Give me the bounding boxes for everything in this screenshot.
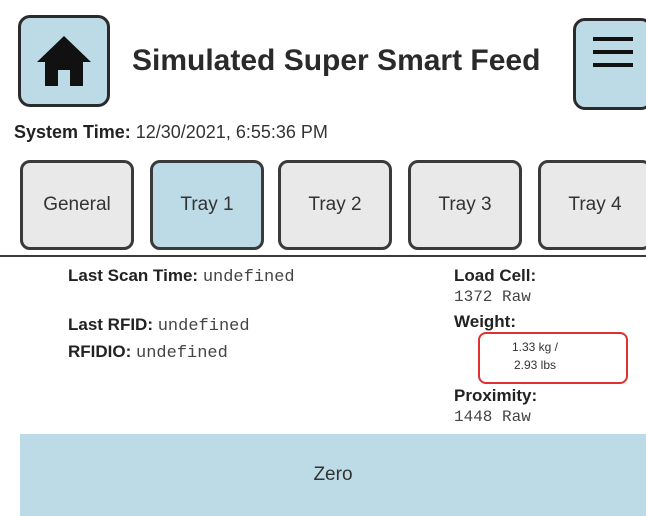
last-rfid-label: Last RFID: [68,315,153,334]
rfidio-label: RFIDIO: [68,342,132,361]
tab-general[interactable]: General [20,160,134,250]
system-time: System Time: 12/30/2021, 6:55:36 PM [14,122,328,143]
last-scan-time-label: Last Scan Time: [68,266,199,285]
tab-tray-4[interactable]: Tray 4 [538,160,646,250]
proximity-label: Proximity: [454,386,538,405]
rfidio: RFIDIO: undefined [68,342,228,363]
hamburger-menu-icon [593,37,633,67]
last-scan-time: Last Scan Time: undefined [68,266,295,287]
load-cell-value: 1372 Raw [454,288,531,306]
tab-tray-2[interactable]: Tray 2 [278,160,392,250]
load-cell-label: Load Cell: [454,266,537,285]
weight-kg-value: 1.33 kg / [511,340,559,354]
system-time-label: System Time: [14,122,131,142]
tab-tray-3[interactable]: Tray 3 [408,160,522,250]
app-header: Simulated Super Smart Feed [0,0,646,116]
weight-value: 1.33 kg / 2.93 lbs [500,338,570,374]
home-button[interactable] [18,15,110,107]
tab-tray-1[interactable]: Tray 1 [150,160,264,250]
divider [0,255,646,257]
home-icon [37,36,91,86]
zero-button[interactable]: Zero [20,434,646,516]
rfidio-value: undefined [136,344,228,363]
weight-lbs-value: 2.93 lbs [513,358,557,372]
last-scan-time-value: undefined [202,268,295,287]
last-rfid-value: undefined [157,317,250,336]
app-title: Simulated Super Smart Feed [132,44,541,77]
weight-label: Weight: [454,312,517,331]
last-rfid: Last RFID: undefined [68,315,250,336]
system-time-value: 12/30/2021, 6:55:36 PM [135,122,328,142]
proximity-value: 1448 Raw [454,408,531,426]
tray-tabs: General Tray 1 Tray 2 Tray 3 Tray 4 [0,157,646,253]
menu-button[interactable] [573,18,646,110]
